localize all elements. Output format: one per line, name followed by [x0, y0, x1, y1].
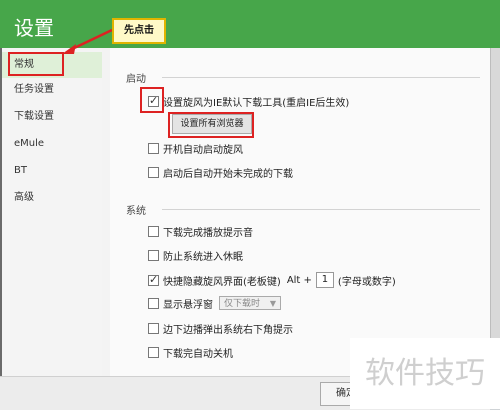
callout-note: 先点击 [112, 18, 166, 44]
watermark: 软件技巧 [350, 338, 500, 409]
settings-window: 设置 常规 任务设置 下载设置 eMule BT 高级 启动 设置旋风为IE默认… [0, 0, 500, 410]
